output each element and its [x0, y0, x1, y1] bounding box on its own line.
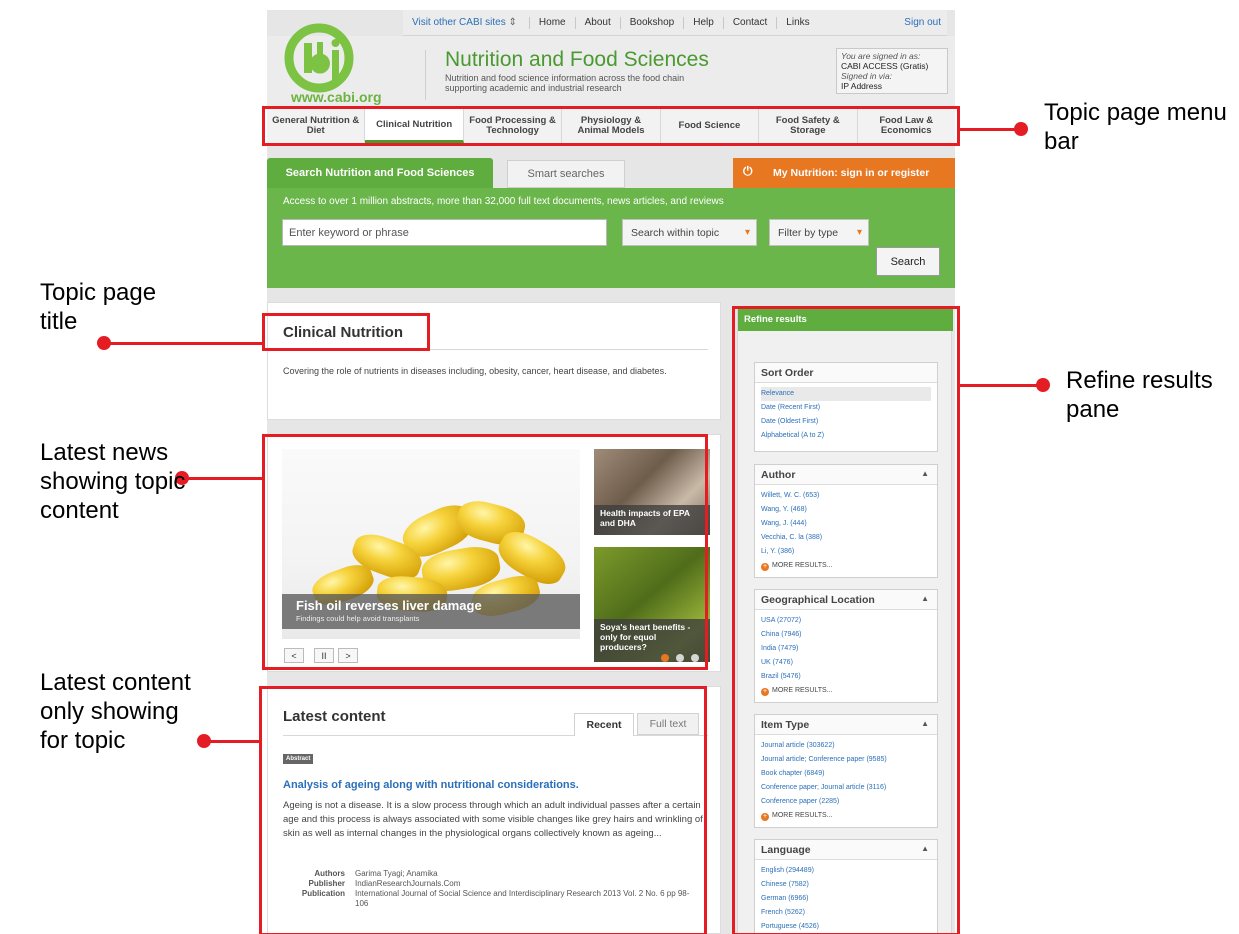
my-nutrition-label: My Nutrition: sign in or register	[773, 167, 930, 179]
filter-type-label: Filter by type	[778, 227, 839, 239]
connector-dot	[1036, 378, 1050, 392]
chevron-down-icon: ▾	[744, 227, 750, 238]
links-link[interactable]: Links	[777, 17, 818, 29]
menu-bar-highlight	[262, 106, 960, 146]
site-header: www.cabi.org Nutrition and Food Sciences…	[267, 23, 955, 108]
sign-out-link[interactable]: Sign out	[895, 17, 947, 29]
annotation-latest: Latest content only showing for topic	[40, 669, 191, 754]
annotation-menu-bar: Topic page menu bar	[1044, 99, 1227, 155]
signed-in-box: You are signed in as: CABI ACCESS (Grati…	[836, 48, 948, 94]
topic-description: Covering the role of nutrients in diseas…	[283, 366, 667, 376]
access-text: Access to over 1 million abstracts, more…	[283, 196, 724, 207]
search-panel: Access to over 1 million abstracts, more…	[267, 188, 955, 288]
tab-search-nutrition[interactable]: Search Nutrition and Food Sciences	[267, 158, 493, 188]
chevron-down-icon: ▾	[856, 227, 862, 238]
home-link[interactable]: Home	[530, 16, 576, 29]
refine-highlight	[732, 306, 960, 934]
top-utility-bar: Visit other CABI sites ⇕ Home About Book…	[403, 10, 947, 36]
header-divider	[425, 50, 426, 100]
search-within-select[interactable]: Search within topic ▾	[622, 219, 757, 246]
connector-line	[204, 740, 262, 743]
bookshop-link[interactable]: Bookshop	[621, 16, 685, 29]
my-nutrition-button[interactable]: ⏻ My Nutrition: sign in or register	[733, 158, 955, 188]
logo-url-text: www.cabi.org	[291, 89, 382, 105]
annotated-screenshot-figure: Visit other CABI sites ⇕ Home About Book…	[0, 0, 1239, 934]
help-link[interactable]: Help	[684, 16, 724, 29]
latest-content-highlight	[259, 686, 707, 934]
filter-type-select[interactable]: Filter by type ▾	[769, 219, 869, 246]
tab-smart-searches[interactable]: Smart searches	[507, 160, 625, 188]
connector-line	[960, 128, 1020, 131]
power-icon: ⏻	[743, 164, 753, 178]
title-highlight	[262, 313, 430, 351]
connector-dot	[97, 336, 111, 350]
connector-dot	[1014, 122, 1028, 136]
site-title: Nutrition and Food Sciences	[445, 48, 709, 71]
search-button[interactable]: Search	[876, 247, 940, 276]
about-link[interactable]: About	[576, 16, 621, 29]
annotation-news: Latest news showing topic content	[40, 439, 186, 524]
keyword-input[interactable]: Enter keyword or phrase	[282, 219, 607, 246]
search-within-label: Search within topic	[631, 227, 720, 239]
signed-via-value: IP Address	[841, 81, 882, 91]
annotation-refine: Refine results pane	[1066, 367, 1213, 423]
site-description: Nutrition and food science information a…	[445, 73, 685, 93]
search-tabs: Search Nutrition and Food Sciences Smart…	[267, 158, 955, 188]
connector-line	[960, 384, 1042, 387]
signed-in-name: CABI ACCESS (Gratis)	[841, 61, 929, 71]
news-highlight	[262, 434, 708, 670]
connector-line	[104, 342, 264, 345]
contact-link[interactable]: Contact	[724, 16, 778, 29]
cabi-logo-icon[interactable]	[279, 18, 359, 98]
annotation-page-title: Topic page title	[40, 279, 157, 335]
visit-other-sites-link[interactable]: Visit other CABI sites ⇕	[403, 16, 530, 29]
signed-in-label: You are signed in as:	[841, 51, 921, 61]
signed-via-label: Signed in via:	[841, 71, 893, 81]
